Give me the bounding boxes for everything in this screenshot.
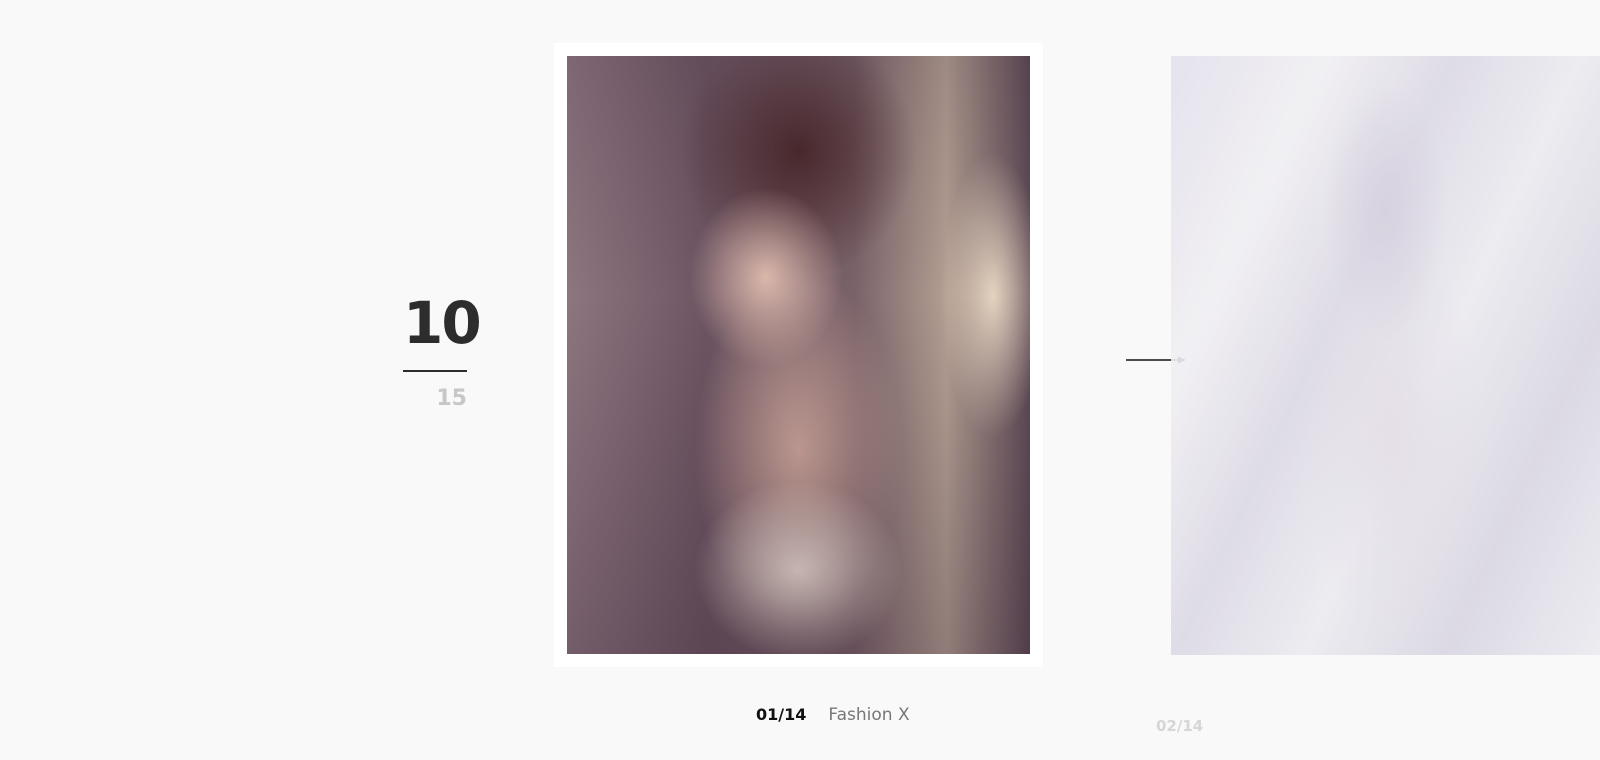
slide-next[interactable] — [1171, 56, 1600, 655]
slide-title: Fashion X — [828, 705, 910, 725]
next-slide-number: 02/14 — [1156, 717, 1204, 735]
slide-current[interactable] — [554, 43, 1043, 667]
slide-current-photo — [567, 56, 1030, 654]
counter-current: 10 — [403, 289, 482, 357]
slide-number: 01/14 — [756, 705, 807, 724]
slide-next-photo — [1171, 56, 1600, 655]
counter-divider — [403, 370, 467, 372]
counter-total: 15 — [436, 386, 467, 411]
slide-caption: 01/14 Fashion X — [756, 705, 910, 727]
slide-counter: 10 15 — [403, 289, 482, 411]
